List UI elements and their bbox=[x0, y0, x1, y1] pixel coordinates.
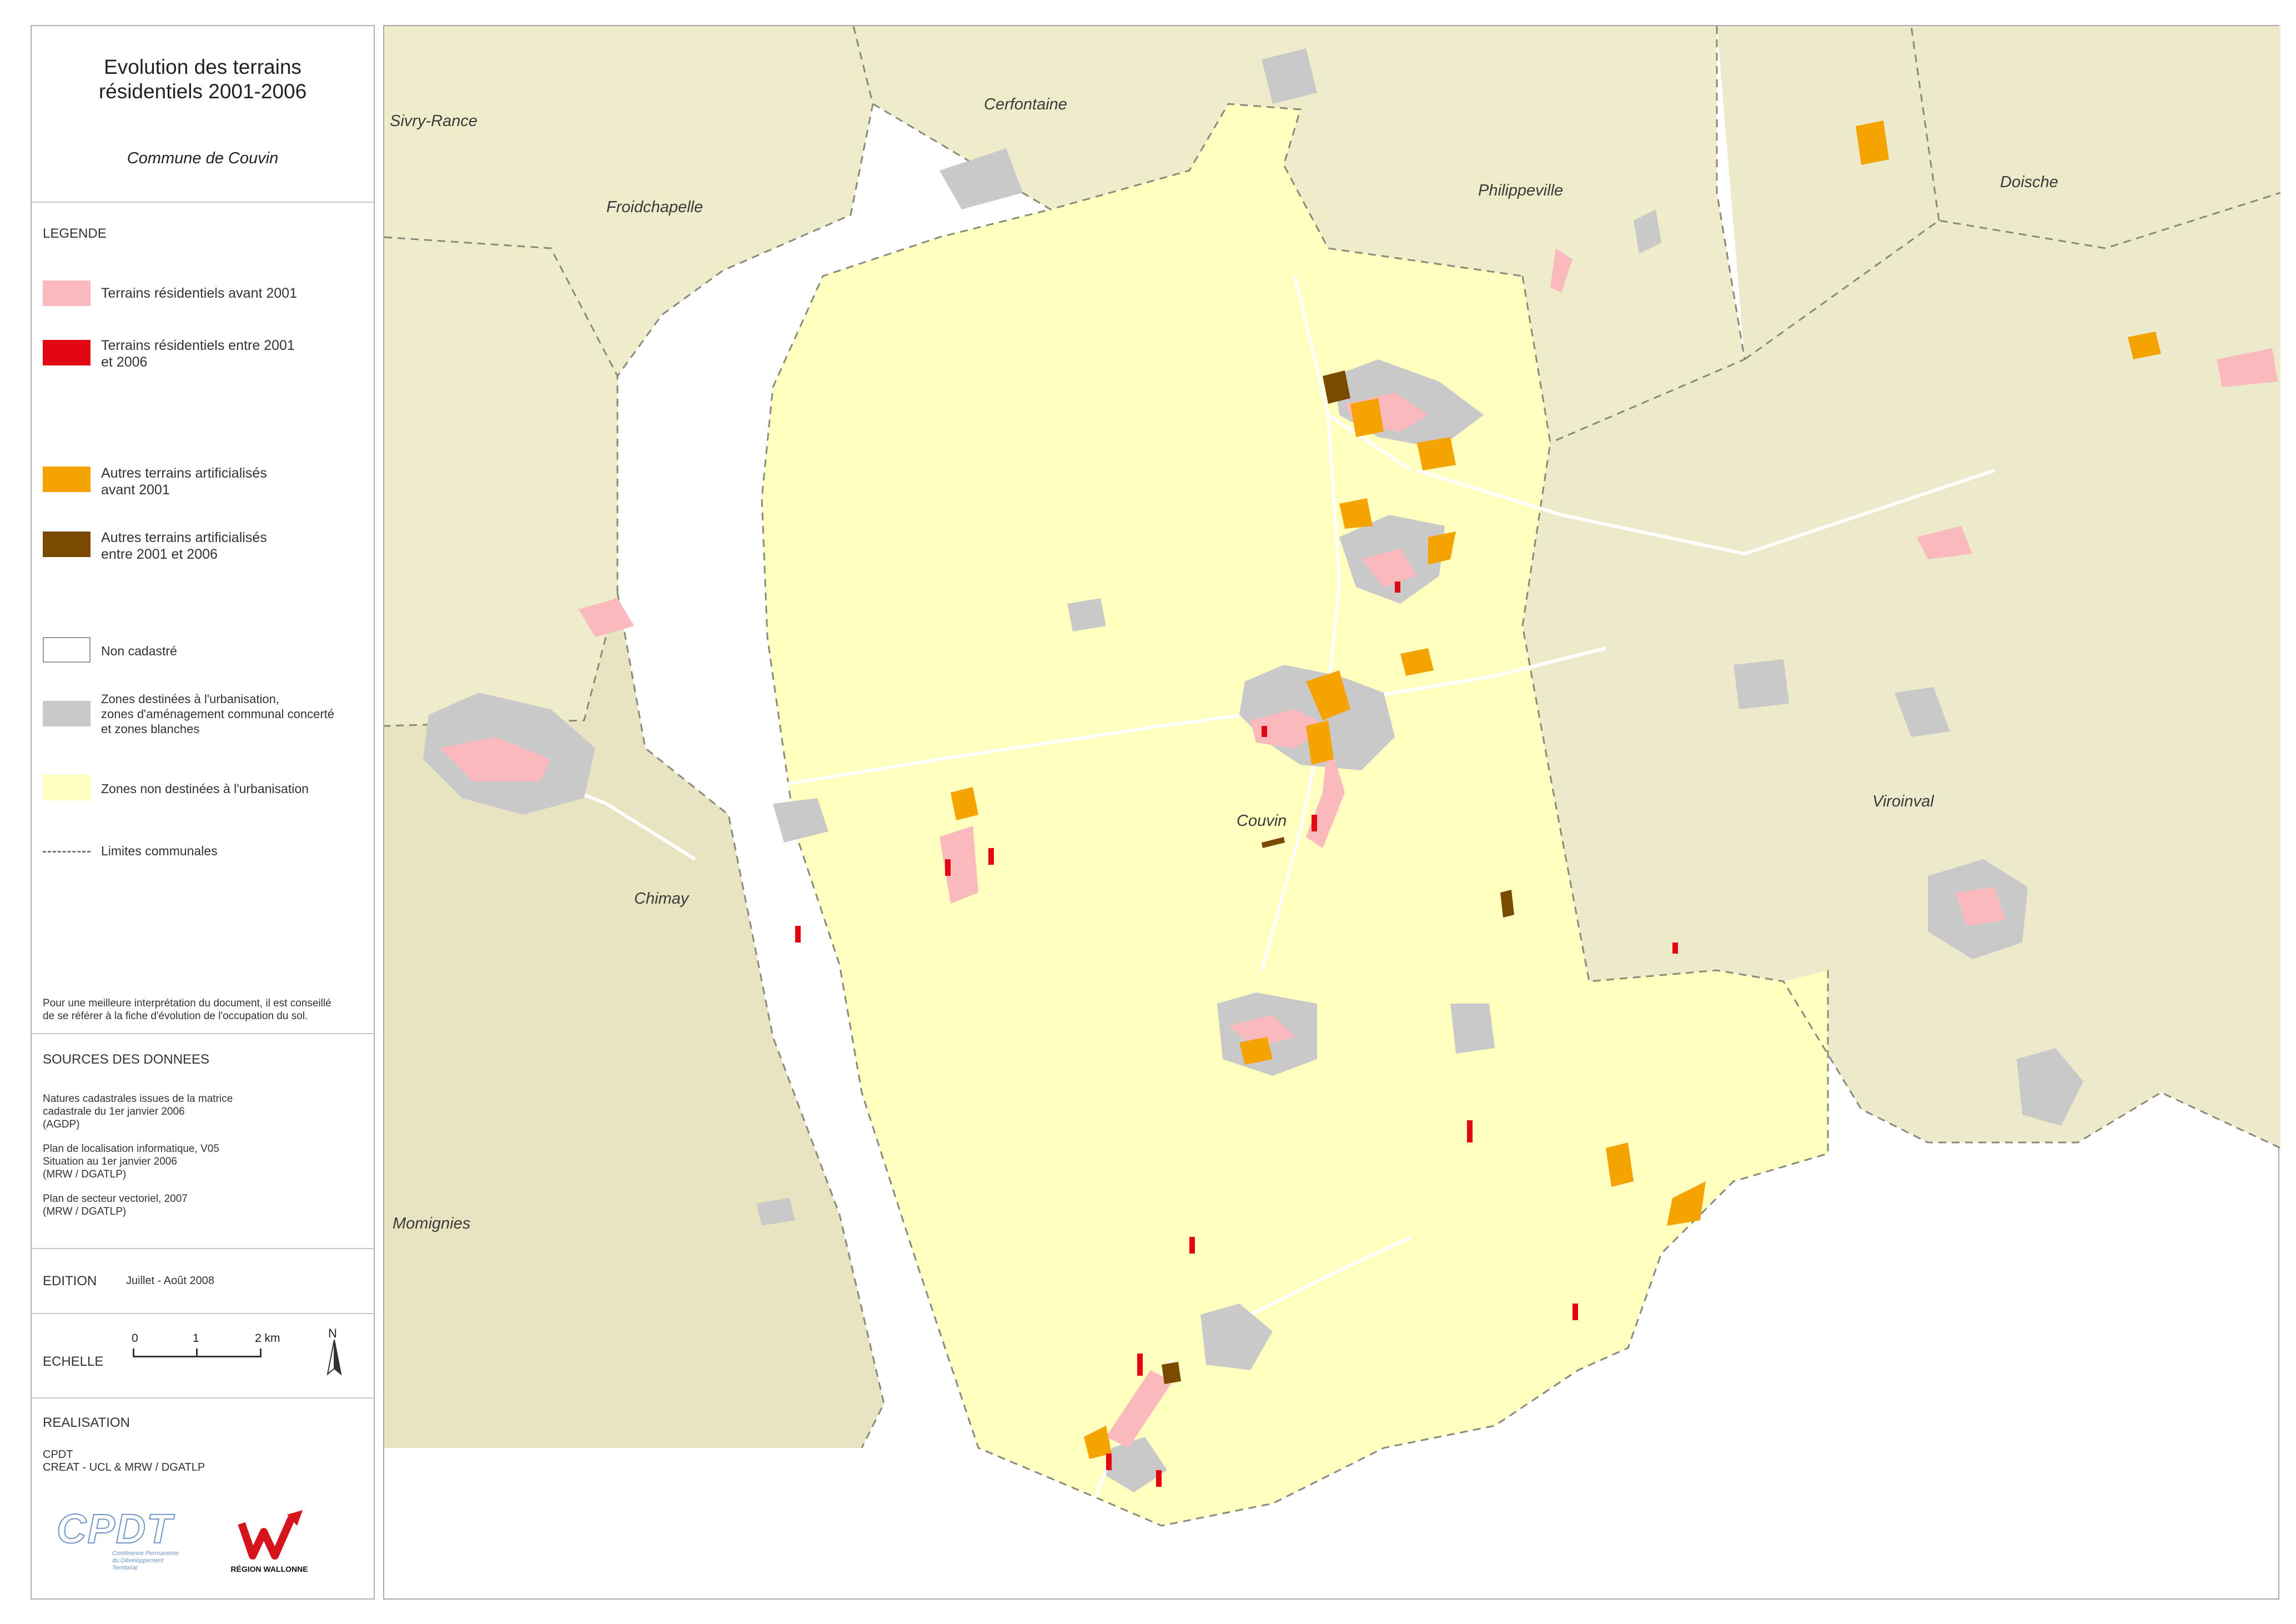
realisation-section: REALISATION CPDT CREAT - UCL & MRW / DGA… bbox=[32, 1399, 374, 1601]
legend-swatch-residential-old bbox=[43, 280, 91, 306]
map-title: Evolution des terrains résidentiels 2001… bbox=[98, 56, 307, 103]
source-2: Plan de localisation informatique, V05 S… bbox=[43, 1143, 219, 1180]
legend-swatch-artificial-new bbox=[43, 532, 91, 557]
map-frame[interactable]: Sivry-Rance Cerfontaine Froidchapelle Ph… bbox=[383, 25, 2280, 1601]
legend-swatch-residential-new bbox=[43, 340, 91, 365]
scale-tick-0: 0 bbox=[132, 1332, 138, 1345]
legend-label-urban-zone: Zones destinées à l'urbanisation, zones … bbox=[101, 692, 334, 736]
place-philippeville: Philippeville bbox=[1478, 182, 1563, 199]
place-froidchapelle: Froidchapelle bbox=[606, 198, 703, 216]
legend-swatch-non-urban-zone bbox=[43, 775, 91, 800]
place-cerfontaine: Cerfontaine bbox=[984, 96, 1067, 113]
north-arrow-icon: N bbox=[320, 1326, 348, 1376]
legend-note: Pour une meilleure interprétation du doc… bbox=[43, 998, 331, 1022]
region-wallonne-logo: RÉGION WALLONNE bbox=[225, 1507, 314, 1582]
place-viroinval: Viroinval bbox=[1872, 793, 1935, 810]
legend-section: LEGENDE Terrains résidentiels avant 2001… bbox=[32, 203, 374, 1034]
place-momignies: Momignies bbox=[393, 1215, 470, 1232]
source-1: Natures cadastrales issues de la matrice… bbox=[43, 1093, 233, 1130]
legend-label-boundary: Limites communales bbox=[101, 844, 218, 858]
edition-section: EDITION Juillet - Août 2008 bbox=[32, 1249, 374, 1314]
legend-line-boundary bbox=[43, 851, 91, 853]
legend-panel: Evolution des terrains résidentiels 2001… bbox=[31, 25, 375, 1600]
cpdt-logo: CPDT Conférence Permanente du Développem… bbox=[56, 1506, 179, 1572]
scale-bar: 0 1 2 km bbox=[132, 1332, 280, 1370]
legend-swatch-urban-zone bbox=[43, 701, 91, 726]
legend-header: LEGENDE bbox=[43, 226, 107, 241]
map-subtitle: Commune de Couvin bbox=[127, 149, 279, 167]
legend-label-artificial-old: Autres terrains artificialisés avant 200… bbox=[101, 465, 267, 498]
sources-header: SOURCES DES DONNEES bbox=[43, 1052, 210, 1067]
place-couvin: Couvin bbox=[1237, 812, 1287, 830]
legend-label-non-urban-zone: Zones non destinées à l'urbanisation bbox=[101, 781, 309, 796]
scale-section: ECHELLE 0 1 2 km N bbox=[32, 1314, 374, 1399]
legend-swatch-artificial-old bbox=[43, 467, 91, 492]
scale-tick-2: 2 km bbox=[255, 1332, 280, 1345]
realisation-header: REALISATION bbox=[43, 1415, 130, 1430]
source-3: Plan de secteur vectoriel, 2007 (MRW / D… bbox=[43, 1193, 188, 1217]
place-chimay: Chimay bbox=[634, 890, 690, 908]
edition-value: Juillet - Août 2008 bbox=[126, 1275, 214, 1287]
scale-tick-1: 1 bbox=[193, 1332, 199, 1345]
legend-label-residential-new: Terrains résidentiels entre 2001 et 2006 bbox=[101, 338, 295, 370]
legend-label-residential-old: Terrains résidentiels avant 2001 bbox=[101, 285, 297, 301]
place-sivry-rance: Sivry-Rance bbox=[390, 112, 478, 130]
map-canvas[interactable]: Sivry-Rance Cerfontaine Froidchapelle Ph… bbox=[384, 26, 2280, 1601]
place-doische: Doische bbox=[2000, 173, 2058, 191]
sources-section: SOURCES DES DONNEES Natures cadastrales … bbox=[32, 1034, 374, 1249]
title-section: Evolution des terrains résidentiels 2001… bbox=[32, 26, 374, 203]
edition-label: EDITION bbox=[43, 1274, 97, 1289]
legend-label-uncadastred: Non cadastré bbox=[101, 644, 177, 658]
legend-swatch-uncadastred bbox=[43, 637, 91, 663]
realisation-credits: CPDT CREAT - UCL & MRW / DGATLP bbox=[43, 1448, 205, 1473]
legend-label-artificial-new: Autres terrains artificialisés entre 200… bbox=[101, 530, 267, 562]
scale-label: ECHELLE bbox=[43, 1354, 104, 1369]
